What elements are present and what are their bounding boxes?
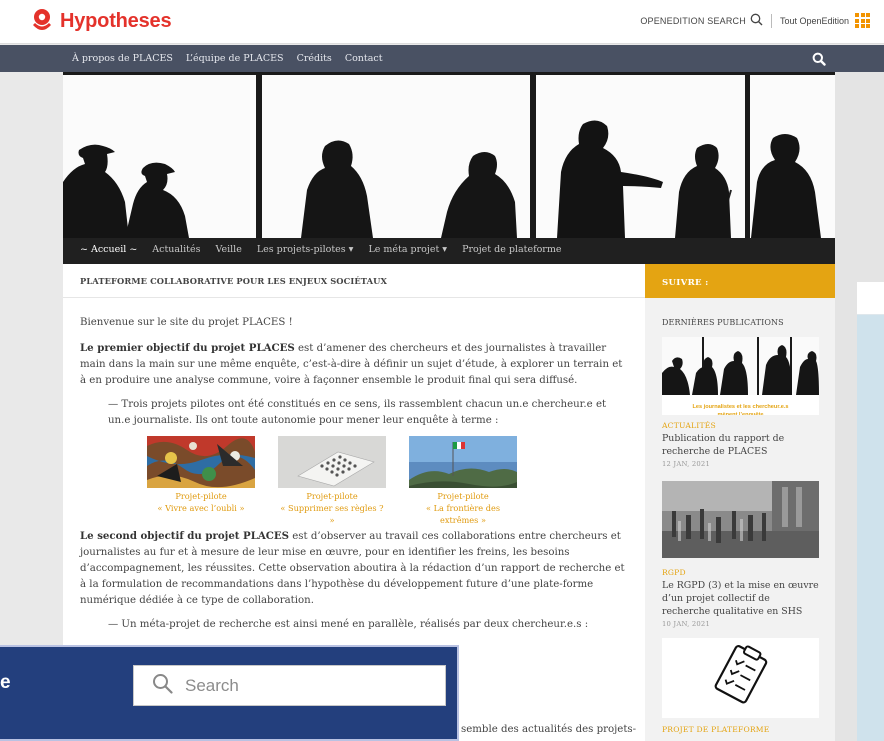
search-icon [152, 673, 173, 698]
tout-openedition-link[interactable]: Tout OpenEdition [780, 13, 870, 28]
pilot-caption-1-line1: Projet-pilote [175, 491, 227, 501]
pilot-project-frontiere-des-extremes[interactable]: Projet-pilote « La frontière des extrême… [409, 436, 517, 526]
pilot-projects-gallery: Projet-pilote « Vivre avec l’oubli » Pro… [147, 436, 629, 526]
post-category[interactable]: PROJET DE PLATEFORME [662, 725, 819, 734]
post-category[interactable]: ACTUALITÉS [662, 421, 819, 430]
post-title[interactable]: Publication du rapport de recherche de P… [662, 432, 819, 458]
sidebar-post[interactable]: PROJET DE PLATEFORME [662, 638, 819, 734]
nav-link-contact[interactable]: Contact [345, 53, 383, 64]
main-menu: ~ Accueil ~ Actualités Veille Les projet… [63, 238, 835, 264]
pilot-caption-1: Projet-pilote « Vivre avec l’oubli » [147, 490, 255, 514]
pilot-thumbnail-frontiere-des-extremes [409, 436, 517, 488]
side-panel-edge [857, 282, 884, 741]
menu-item-projet-plateforme[interactable]: Projet de plateforme [462, 244, 561, 255]
pilot-project-vivre-avec-oubli[interactable]: Projet-pilote « Vivre avec l’oubli » [147, 436, 255, 526]
objective-2-text: est d’observer au travail ces collaborat… [80, 531, 625, 606]
side-panel-header [857, 282, 884, 315]
search-icon [750, 13, 763, 28]
objective-2-paragraph: Le second objectif du projet PLACES est … [80, 528, 629, 609]
truncated-paragraph-text: semble des actualités des projets- [461, 724, 637, 735]
pilot-caption-2-line2: « Supprimer ses règles ? » [280, 503, 384, 525]
nav-link-equipe[interactable]: L’équipe de PLACES [186, 53, 284, 64]
sidebar-post[interactable]: RGPD Le RGPD (3) et la mise en œuvre d’u… [662, 481, 819, 628]
menu-item-accueil[interactable]: ~ Accueil ~ [80, 244, 137, 255]
pilot-caption-2-line1: Projet-pilote [306, 491, 358, 501]
objective-1-bold: Le premier objectif du projet PLACES [80, 342, 295, 354]
pilot-caption-2: Projet-pilote « Supprimer ses règles ? » [278, 490, 386, 526]
sidebar: SUIVRE : DERNIÈRES PUBLICATIONS Les jour… [645, 264, 835, 741]
objective-1-paragraph: Le premier objectif du projet PLACES est… [80, 340, 629, 389]
menu-item-veille[interactable]: Veille [215, 244, 241, 255]
objective-2-bold: Le second objectif du projet PLACES [80, 530, 290, 542]
pilot-caption-3-line1: Projet-pilote [437, 491, 489, 501]
search-icon[interactable] [812, 51, 826, 70]
page-title: PLATEFORME COLLABORATIVE POUR LES ENJEUX… [63, 264, 645, 298]
nav-link-a-propos[interactable]: À propos de PLACES [72, 53, 173, 64]
search-overlay-panel: e [0, 645, 459, 741]
overlay-title: e [0, 672, 11, 693]
post-thumbnail: Les journalistes et les chercheur.e.s mè… [662, 337, 819, 415]
nav-link-credits[interactable]: Crédits [297, 53, 332, 64]
tout-openedition-label: Tout OpenEdition [779, 15, 849, 26]
openedition-search-label: OPENEDITION SEARCH [640, 15, 746, 26]
pilot-caption-3: Projet-pilote « La frontière des extrême… [409, 490, 517, 526]
overlay-search-box[interactable] [133, 665, 446, 706]
blog-top-nav: À propos de PLACES L’équipe de PLACES Cr… [0, 45, 884, 72]
header-banner-image [63, 72, 835, 238]
sidebar-heading: SUIVRE : [645, 264, 835, 298]
menu-item-meta-projet[interactable]: Le méta projet ▾ [368, 244, 447, 255]
meta-project-intro: — Un méta-projet de recherche est ainsi … [108, 619, 589, 630]
post-date: 10 JAN, 2021 [662, 620, 710, 628]
welcome-text: Bienvenue sur le site du projet PLACES ! [80, 317, 293, 328]
divider [770, 13, 772, 28]
post-image-caption: Les journalistes et les chercheur.e.s mè… [692, 404, 789, 415]
hypotheses-logo-link[interactable]: Hypotheses [30, 8, 172, 34]
latest-publications-label: DERNIÈRES PUBLICATIONS [662, 318, 784, 327]
post-thumbnail [662, 481, 819, 558]
pilot-thumbnail-vivre-avec-oubli [147, 436, 255, 488]
clipboard-checklist-icon [662, 638, 819, 718]
hypotheses-logo-icon [30, 8, 54, 34]
menu-item-projets-pilotes[interactable]: Les projets-pilotes ▾ [257, 244, 354, 255]
openedition-search-link[interactable]: OPENEDITION SEARCH [640, 13, 763, 28]
pilot-caption-3-line2: « La frontière des extrêmes » [425, 503, 501, 525]
brand-name: Hypotheses [60, 9, 172, 32]
post-title[interactable]: Le RGPD (3) et la mise en œuvre d’un pro… [662, 579, 819, 618]
pilot-thumbnail-supprimer-ses-regles [278, 436, 386, 488]
post-thumbnail [662, 638, 819, 718]
pilot-caption-1-line2: « Vivre avec l’oubli » [157, 503, 245, 513]
post-category[interactable]: RGPD [662, 568, 819, 577]
openedition-topbar: Hypotheses OPENEDITION SEARCH Tout OpenE… [0, 0, 884, 44]
sidebar-post[interactable]: Les journalistes et les chercheur.e.s mè… [662, 337, 819, 468]
search-input[interactable] [185, 675, 425, 696]
pilots-intro: — Trois projets pilotes ont été constitu… [108, 399, 607, 426]
menu-item-actualites[interactable]: Actualités [152, 244, 200, 255]
post-date: 12 JAN, 2021 [662, 460, 710, 468]
pilot-project-supprimer-ses-regles[interactable]: Projet-pilote « Supprimer ses règles ? » [278, 436, 386, 526]
apps-grid-icon [855, 13, 870, 28]
